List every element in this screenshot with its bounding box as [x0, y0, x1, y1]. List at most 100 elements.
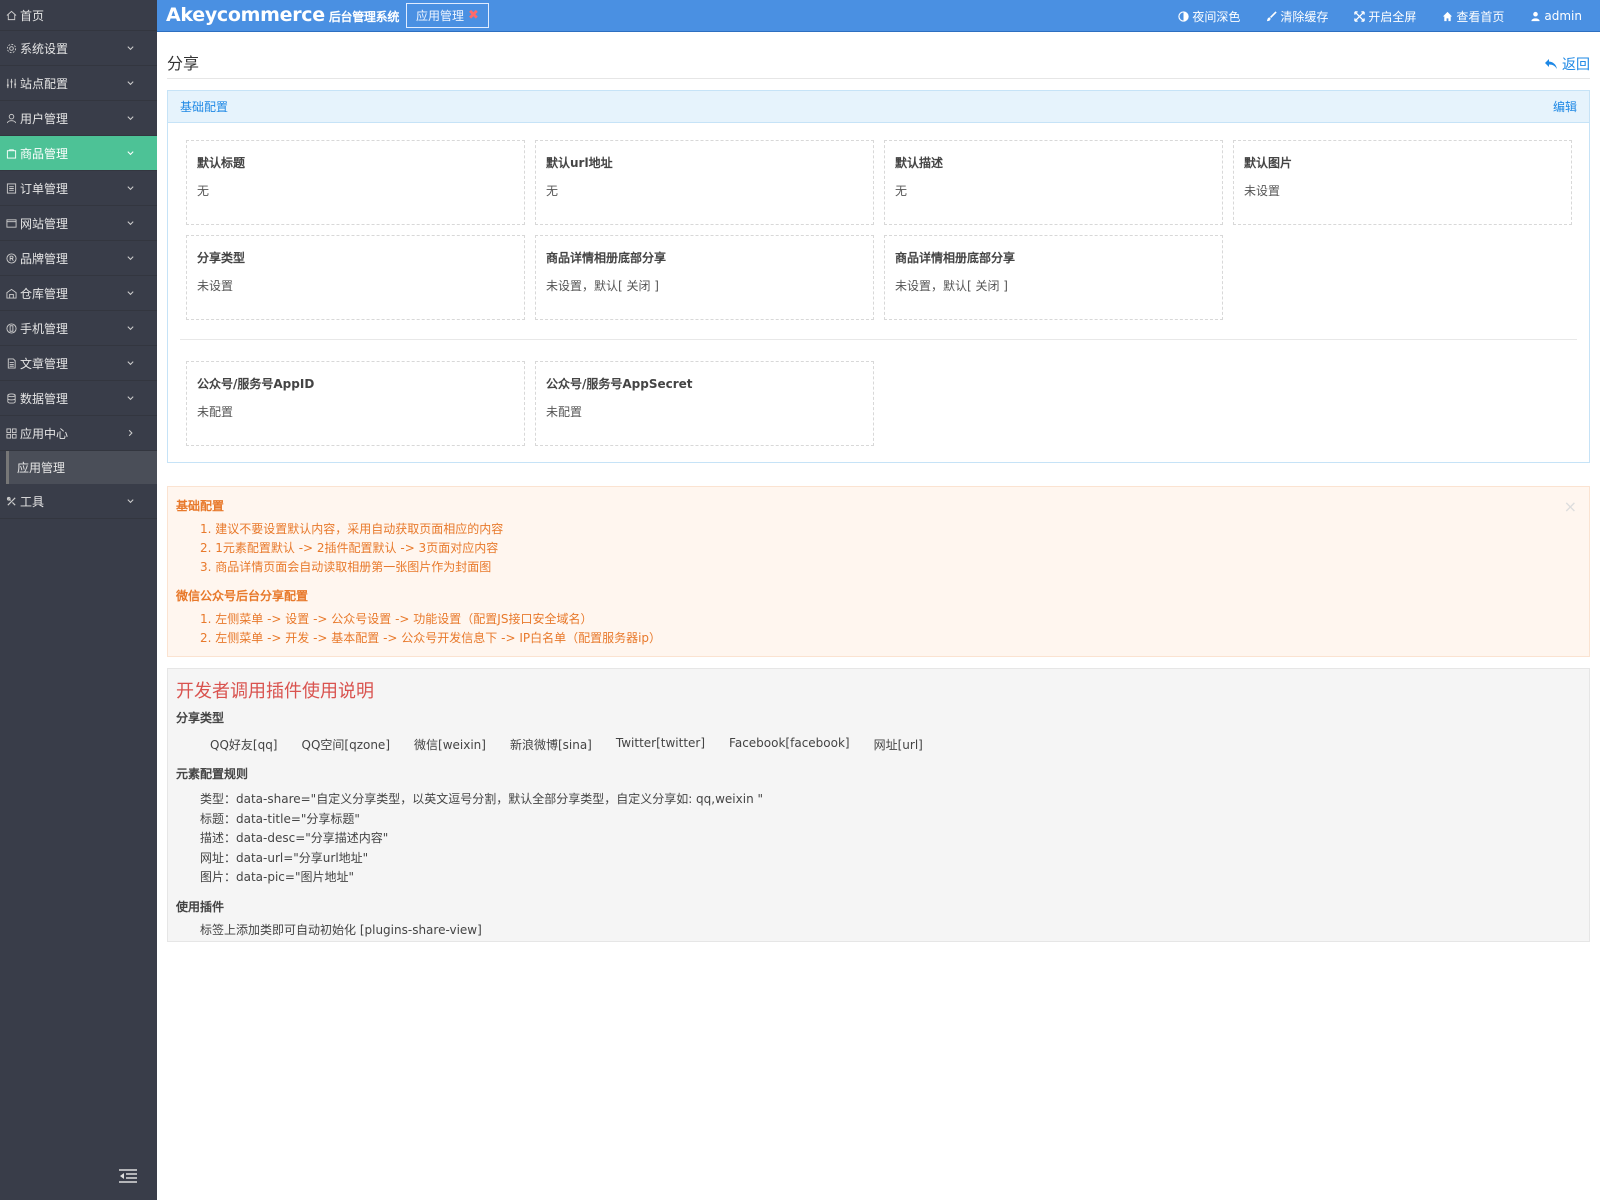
- brand-name: Akeycommerce: [166, 4, 325, 26]
- warehouse-icon: [5, 287, 18, 300]
- close-icon[interactable]: ×: [1564, 497, 1577, 516]
- sidebar-item-users[interactable]: 用户管理: [0, 101, 157, 136]
- sidebar-item-articles[interactable]: 文章管理: [0, 346, 157, 381]
- card-value: 未设置: [1244, 184, 1281, 198]
- view-home-button[interactable]: 查看首页: [1442, 8, 1504, 25]
- nav-label: 清除缓存: [1280, 9, 1329, 24]
- sidebar-toggle-icon[interactable]: [118, 1168, 138, 1184]
- card-label: 默认标题: [197, 156, 246, 170]
- sidebar-item-warehouse[interactable]: 仓库管理: [0, 276, 157, 311]
- share-type: QQ空间[qzone]: [301, 738, 391, 752]
- share-type: 新浪微博[sina]: [509, 738, 592, 752]
- card-value: 未设置: [197, 279, 234, 293]
- sidebar-item-label: 应用中心: [20, 426, 69, 441]
- card-value: 未设置，默认[ 关闭 ]: [546, 279, 659, 293]
- card-value: 无: [895, 184, 908, 198]
- sidebar-item-brands[interactable]: 品牌管理: [0, 241, 157, 276]
- card-value: 无: [546, 184, 559, 198]
- sidebar-item-mobile[interactable]: 手机管理: [0, 311, 157, 346]
- config-card: 分享类型 未设置: [186, 235, 525, 320]
- card-label: 公众号/服务号AppSecret: [546, 377, 693, 391]
- chevron-down-icon: [127, 256, 134, 261]
- config-card: 默认url地址 无: [535, 140, 874, 225]
- edit-button[interactable]: 编辑: [1553, 98, 1577, 115]
- config-card: 公众号/服务号AppSecret 未配置: [535, 361, 874, 446]
- panel-divider: [180, 339, 1577, 340]
- config-card: 默认标题 无: [186, 140, 525, 225]
- mobile-icon: [5, 322, 18, 335]
- chevron-down-icon: [127, 326, 134, 331]
- chevron-down-icon: [127, 116, 134, 121]
- sidebar-item-home[interactable]: 首页: [0, 0, 157, 31]
- usage-list: 标签上添加类即可自动初始化 [plugins-share-view]: [176, 921, 1581, 941]
- share-type: Twitter[twitter]: [615, 736, 706, 750]
- sidebar-item-orders[interactable]: 订单管理: [0, 171, 157, 206]
- chevron-down-icon: [127, 81, 134, 86]
- card-label: 默认图片: [1244, 156, 1293, 170]
- notice-heading: 微信公众号后台分享配置: [176, 589, 309, 603]
- title-divider: [167, 78, 1590, 79]
- chevron-down-icon: [127, 396, 134, 401]
- night-mode-button[interactable]: 夜间深色: [1178, 8, 1240, 25]
- tab-app-manage[interactable]: 应用管理 ✖: [406, 3, 489, 28]
- card-label: 公众号/服务号AppID: [197, 377, 315, 391]
- sidebar-item-label: 数据管理: [20, 391, 69, 406]
- card-label: 商品详情相册底部分享: [895, 251, 1016, 265]
- sidebar-subitem-app-manage[interactable]: 应用管理: [6, 451, 157, 484]
- home-icon: [1443, 11, 1453, 21]
- browser-icon: [5, 217, 18, 230]
- fullscreen-button[interactable]: 开启全屏: [1354, 8, 1416, 25]
- main-content: 分享 返回 基础配置 编辑 默认标题 无 默认url地址 无 默认描述 无 默认…: [157, 32, 1600, 1200]
- clear-cache-button[interactable]: 清除缓存: [1266, 8, 1328, 25]
- share-type: QQ好友[qq]: [210, 738, 278, 752]
- notice-item: 2. 1元素配置默认 -> 2插件配置默认 -> 3页面对应内容: [200, 541, 499, 555]
- sidebar-item-site[interactable]: 站点配置: [0, 66, 157, 101]
- user-icon: [1531, 11, 1541, 21]
- admin-user-button[interactable]: admin: [1530, 9, 1582, 23]
- rule-list: 类型：data-share="自定义分享类型，以英文逗号分割，默认全部分享类型，…: [176, 790, 1581, 888]
- sidebar-item-label: 文章管理: [20, 356, 69, 371]
- sidebar-item-label: 品牌管理: [20, 251, 69, 266]
- back-label: 返回: [1562, 57, 1590, 73]
- brush-icon: [1267, 10, 1278, 21]
- sidebar-item-label: 用户管理: [20, 111, 69, 126]
- rule-item: 网址：data-url="分享url地址": [200, 850, 369, 865]
- chevron-down-icon: [127, 46, 134, 51]
- sidebar-item-label: 网站管理: [20, 216, 69, 231]
- share-type: 微信[weixin]: [414, 738, 486, 752]
- guide-title: 开发者调用插件使用说明: [176, 681, 374, 702]
- gear-icon: [5, 42, 18, 55]
- nav-label: admin: [1544, 9, 1582, 23]
- sidebar: 首页 系统设置 站点配置 用户管理 商品管理 订单管理 网站管理 品牌管理 仓库…: [0, 0, 157, 1200]
- document-icon: [5, 357, 18, 370]
- chevron-down-icon: [127, 151, 134, 156]
- sidebar-item-data[interactable]: 数据管理: [0, 381, 157, 416]
- user-icon: [5, 112, 18, 125]
- sidebar-item-apps[interactable]: 应用中心: [0, 416, 157, 451]
- sidebar-item-tools[interactable]: 工具: [0, 484, 157, 519]
- tools-icon: [5, 495, 18, 508]
- sliders-icon: [5, 77, 18, 90]
- guide-subheading: 分享类型: [176, 711, 225, 725]
- config-notice: × 基础配置 1. 建议不要设置默认内容，采用自动获取页面相应的内容 2. 1元…: [167, 486, 1590, 657]
- expand-icon: [1354, 10, 1366, 22]
- back-button[interactable]: 返回: [1544, 54, 1590, 74]
- panel-header: 基础配置 编辑: [168, 91, 1589, 123]
- database-icon: [5, 392, 18, 405]
- basic-config-panel: 基础配置 编辑 默认标题 无 默认url地址 无 默认描述 无 默认图片 未设置…: [167, 90, 1590, 463]
- config-card: 商品详情相册底部分享 未设置，默认[ 关闭 ]: [535, 235, 874, 320]
- list-icon: [5, 182, 18, 195]
- sidebar-item-system[interactable]: 系统设置: [0, 31, 157, 66]
- close-icon[interactable]: ✖: [468, 8, 479, 23]
- chevron-down-icon: [127, 221, 134, 226]
- notice-heading: 基础配置: [176, 499, 225, 513]
- nav-label: 开启全屏: [1368, 9, 1417, 24]
- share-type-list: QQ好友[qq] QQ空间[qzone] 微信[weixin] 新浪微博[sin…: [176, 736, 1581, 753]
- contrast-icon: [1178, 10, 1190, 22]
- sidebar-item-website[interactable]: 网站管理: [0, 206, 157, 241]
- sidebar-item-products[interactable]: 商品管理: [0, 136, 157, 171]
- card-value: 未配置: [197, 405, 234, 419]
- page-title: 分享: [167, 54, 200, 73]
- chevron-down-icon: [127, 499, 134, 504]
- reply-icon: [1545, 59, 1557, 69]
